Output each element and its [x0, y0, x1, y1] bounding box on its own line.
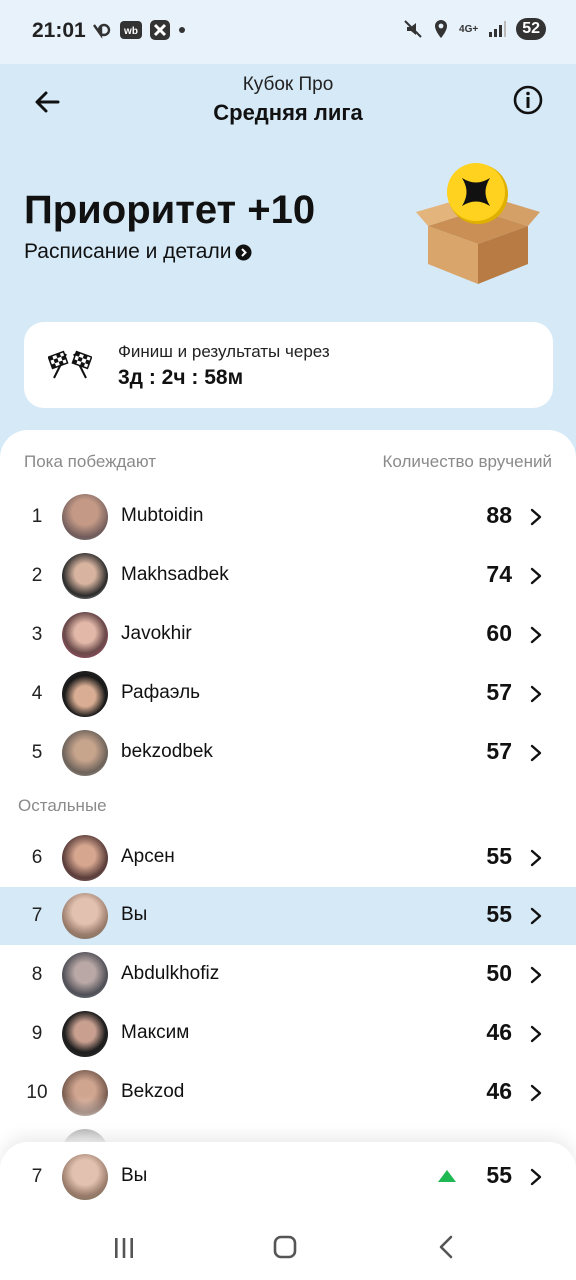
checkered-flags-icon [48, 350, 92, 379]
info-icon[interactable] [512, 84, 544, 116]
timer-label: Финиш и результаты через [118, 342, 330, 361]
avatar [62, 553, 108, 599]
score: 57 [486, 738, 512, 764]
score: 55 [486, 901, 512, 927]
player-name: bekzodbek [121, 741, 213, 762]
page-title: Средняя лига [213, 100, 363, 125]
leaderboard-row[interactable]: 8 Abdulkhofiz 50 [0, 946, 576, 1004]
score: 55 [486, 843, 512, 869]
chevron-right-circle-icon [235, 244, 252, 260]
player-name: Mubtoidin [121, 505, 204, 526]
signal-icon [489, 21, 507, 37]
prize-box-illustration [416, 163, 540, 284]
player-name: Abdulkhofiz [121, 963, 220, 984]
avatar [62, 494, 108, 540]
wb-app-icon: wb [120, 21, 142, 39]
timer-card: Финиш и результаты через 3д : 2ч : 58м [24, 322, 553, 408]
battery-level: 52 [516, 18, 546, 40]
player-name: Арсен [121, 846, 175, 867]
system-nav-bar [0, 1222, 576, 1280]
chevron-right-icon [530, 567, 542, 585]
chevron-right-icon [530, 744, 542, 762]
app-badge-icon [150, 20, 170, 40]
player-name: Вы [121, 1165, 148, 1186]
home-icon[interactable] [265, 1234, 305, 1262]
avatar [62, 730, 108, 776]
list-fade [0, 1096, 576, 1146]
score: 60 [486, 620, 512, 646]
chevron-right-icon [530, 626, 542, 644]
avatar [62, 612, 108, 658]
chevron-right-icon [530, 685, 542, 703]
status-bar: 21:01 wb 4G+ 52 [0, 0, 576, 64]
avatar [62, 835, 108, 881]
trend-up-icon [438, 1170, 456, 1182]
score: 46 [486, 1019, 512, 1045]
leaderboard-row[interactable]: 2 Makhsadbek 74 [0, 547, 576, 605]
page-subtitle: Кубок Про [242, 74, 334, 95]
leaderboard-row[interactable]: 4 Рафаэль 57 [0, 665, 576, 723]
svg-text:wb: wb [123, 26, 138, 37]
leaderboard-row[interactable]: 1 Mubtoidin 88 [0, 488, 576, 546]
player-name: Makhsadbek [121, 564, 229, 585]
player-name: Вы [121, 904, 148, 925]
score: 55 [486, 1162, 512, 1188]
notification-icons: wb [92, 20, 186, 40]
header: Кубок Про Средняя лига Приоритет +10 Рас… [0, 64, 576, 354]
notification-app-icon [93, 23, 111, 39]
network-type: 4G+ [459, 23, 479, 35]
score: 74 [486, 561, 512, 587]
chevron-right-icon [530, 1168, 542, 1186]
system-icons: 4G+ 52 [403, 18, 546, 40]
status-time: 21:01 [32, 19, 86, 42]
leaderboard-row[interactable]: 9 Максим 46 [0, 1005, 576, 1063]
avatar [62, 671, 108, 717]
leaderboard-row-current-user[interactable]: 7 Вы 55 [0, 887, 576, 945]
current-user-row[interactable]: 7 Вы 55 [0, 1148, 576, 1206]
leaderboard-row[interactable]: 3 Javokhir 60 [0, 606, 576, 664]
chevron-right-icon [530, 508, 542, 526]
back-nav-icon[interactable] [427, 1234, 467, 1262]
chevron-right-icon [530, 849, 542, 867]
chevron-right-icon [530, 907, 542, 925]
player-name: Максим [121, 1022, 190, 1043]
winners-header: Пока побеждают [24, 452, 157, 471]
promo-title: Приоритет +10 [24, 188, 316, 232]
avatar [62, 1011, 108, 1057]
location-icon [435, 20, 448, 38]
score: 57 [486, 679, 512, 705]
avatar [62, 893, 108, 939]
schedule-details-label: Расписание и детали [24, 240, 232, 263]
avatar [62, 1154, 108, 1200]
avatar [62, 952, 108, 998]
leaderboard-row[interactable]: 6 Арсен 55 [0, 829, 576, 887]
dot-icon [179, 27, 185, 33]
others-header: Остальные [18, 796, 107, 815]
count-header: Количество вручений [382, 452, 552, 471]
leaderboard-row[interactable]: 5 bekzodbek 57 [0, 724, 576, 782]
schedule-details-link[interactable]: Расписание и детали [24, 240, 252, 264]
chevron-right-icon [530, 1025, 542, 1043]
mute-icon [404, 20, 422, 38]
recent-apps-icon[interactable] [104, 1234, 144, 1262]
timer-value: 3д : 2ч : 58м [118, 366, 244, 389]
score: 50 [486, 960, 512, 986]
chevron-right-icon [530, 966, 542, 984]
score: 88 [486, 502, 512, 528]
player-name: Javokhir [121, 623, 192, 644]
player-name: Рафаэль [121, 682, 201, 703]
